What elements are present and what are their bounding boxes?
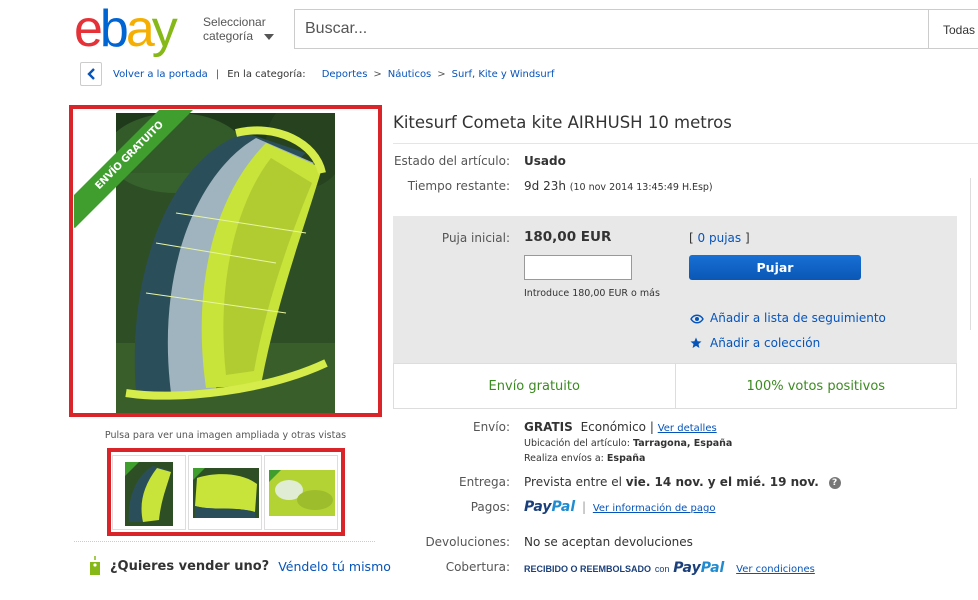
price-tag-icon [90,556,100,575]
add-to-collection-link[interactable]: Añadir a colección [710,336,820,350]
condition-label: Estado del artículo: [393,154,510,168]
help-icon[interactable]: ? [828,477,841,489]
bid-count: [ 0 pujas ] [689,231,750,245]
delivery-label: Entrega: [459,475,510,489]
seller-badges: Envío gratuito 100% votos positivos [393,364,957,409]
ships-to: Realiza envíos a: España [524,453,645,464]
delivery-estimate: Prevista entre el vie. 14 nov. y el mié.… [524,475,841,489]
shipping-cost: GRATIS [524,420,573,434]
breadcrumb-item-nauticos[interactable]: Náuticos [388,69,431,80]
paypal-logo: PayPal [524,499,576,515]
breadcrumb-separator: > [437,68,446,80]
time-left-label: Tiempo restante: [407,179,510,193]
place-bid-button[interactable]: Pujar [689,255,861,280]
free-shipping-badge: Envío gratuito [488,378,580,394]
paypal-logo: PayPal [673,560,725,576]
sell-one-prompt: ¿Quieres vender uno? Véndelo tú mismo [88,556,391,576]
header: ebay Seleccionar categoría Todas [0,0,978,60]
time-left-value: 9d 23h [524,179,566,193]
buyer-protection-text: RECIBIDO O REEMBOLSADO [524,564,652,574]
thumbnail-3[interactable] [264,455,338,530]
payments-label: Pagos: [470,500,510,514]
returns-value: No se aceptan devoluciones [524,535,693,549]
payments-methods: PayPal | Ver información de pago [524,499,715,515]
ships-to-value: España [606,453,646,464]
coverage-conditions-link[interactable]: Ver condiciones [736,564,815,575]
search-scope-dropdown[interactable]: Todas [928,9,978,49]
starting-bid-label: Puja inicial: [441,231,510,245]
chevron-down-icon [264,34,274,40]
ships-to-label: Realiza envíos a: [524,453,604,464]
thumbnail-2[interactable] [188,455,262,530]
item-title: Kitesurf Cometa kite AIRHUSH 10 metros [393,113,732,132]
thumbnail-1-image [125,462,173,526]
shipping-details-link[interactable]: Ver detalles [658,423,717,434]
coverage-label: Cobertura: [445,560,510,574]
delivery-dates: vie. 14 nov. y el mié. 19 nov. [625,475,819,489]
sell-it-yourself-link[interactable]: Véndelo tú mismo [278,559,391,574]
chevron-left-icon [87,68,95,80]
coverage-value: RECIBIDO O REEMBOLSADO con PayPal Ver co… [524,560,815,576]
sell-question: ¿Quieres vender uno? [110,558,270,574]
search-input[interactable] [294,9,928,49]
breadcrumb-divider: | [215,68,220,80]
enlarge-image-hint: Pulsa para ver una imagen ampliada y otr… [104,430,347,441]
breadcrumb-separator: > [373,68,382,80]
condition-value: Usado [524,154,566,168]
starting-bid-amount: 180,00 EUR [524,229,612,245]
end-date: (10 nov 2014 13:45:49 H.Esp) [569,182,713,193]
time-left: 9d 23h (10 nov 2014 13:45:49 H.Esp) [524,179,713,193]
divider [393,143,978,144]
bid-hint: Introduce 180,00 EUR o más [524,288,660,299]
positive-feedback-badge: 100% votos positivos [674,364,957,408]
eye-icon [690,314,704,324]
star-icon [690,337,702,348]
bid-amount-input[interactable] [524,255,632,280]
item-location: Ubicación del artículo: Tarragona, Españ… [524,438,732,449]
bid-count-close: ] [744,231,750,245]
breadcrumb-item-deportes[interactable]: Deportes [322,69,368,80]
divider [74,541,375,542]
thumbnail-1[interactable] [112,455,186,530]
ebay-logo[interactable]: ebay [74,3,178,55]
returns-label: Devoluciones: [425,535,510,549]
thumbnail-3-image [269,470,335,516]
coverage-con: con [654,564,670,574]
shipping-label: Envío: [472,420,510,434]
payment-info-link[interactable]: Ver información de pago [593,503,716,514]
bid-count-link[interactable]: 0 pujas [698,231,742,245]
breadcrumb: Volver a la portada | En la categoría: D… [80,62,554,86]
breadcrumb-category-label: En la categoría: [227,68,306,80]
free-shipping-ribbon: ENVÍO GRATUITO [74,110,194,230]
free-shipping-ribbon-label: ENVÍO GRATUITO [74,110,194,229]
thumbnail-2-image [193,468,259,518]
breadcrumb-item-surf[interactable]: Surf, Kite y Windsurf [452,69,555,80]
bid-count-open: [ [689,231,694,245]
shipping-separator: | [649,420,654,434]
payments-separator: | [581,500,587,514]
side-panel-edge [970,178,978,330]
delivery-prefix: Prevista entre el [524,475,622,489]
back-to-home-link[interactable]: Volver a la portada [113,69,208,80]
back-button[interactable] [80,62,102,86]
item-location-value: Tarragona, España [632,438,733,449]
shipping-summary: GRATIS Económico | Ver detalles [524,420,717,434]
shipping-service: Económico [580,420,647,434]
category-selector[interactable]: Seleccionar categoría [203,15,275,43]
add-to-watchlist-link[interactable]: Añadir a lista de seguimiento [710,311,886,325]
item-location-label: Ubicación del artículo: [524,438,630,449]
